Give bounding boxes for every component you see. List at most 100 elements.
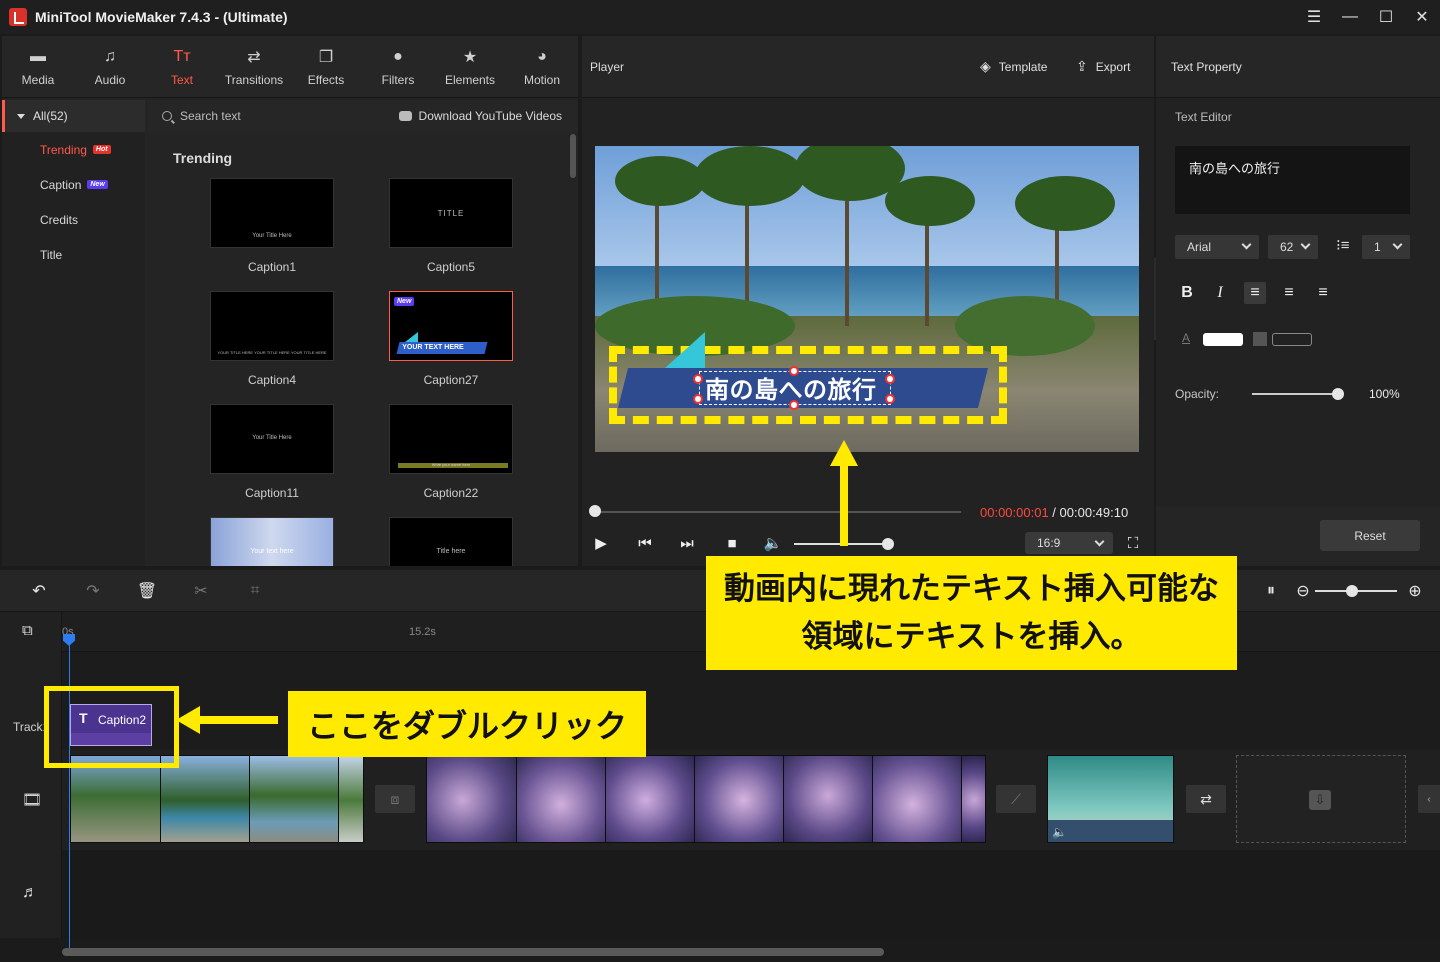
fullscreen-icon[interactable]: ⛶ (1124, 534, 1142, 552)
tool-label: Effects (307, 72, 345, 87)
clip-frame (517, 756, 606, 842)
tool-label: Motion (523, 72, 561, 87)
tool-motion[interactable]: ◕ Motion (506, 36, 578, 98)
previous-frame-icon[interactable]: ⏮ (636, 534, 654, 552)
text-color-swatch[interactable] (1203, 333, 1243, 346)
tool-elements[interactable]: ★ Elements (434, 36, 506, 98)
text-editor-input[interactable]: 南の島への旅行 (1175, 146, 1410, 214)
template-thumb-caption27[interactable]: New YOUR TEXT HERE (389, 291, 513, 361)
template-thumb-caption1[interactable]: Your Title Here (210, 178, 334, 248)
video-clip-underwater[interactable]: 🔈 (1047, 755, 1174, 843)
opacity-knob[interactable] (1332, 388, 1344, 400)
tool-effects[interactable]: ❐ Effects (290, 36, 362, 98)
search-input[interactable]: Search text (180, 109, 241, 123)
category-trending[interactable]: Trending Hot (2, 132, 145, 167)
template-grid: Trending Your Title Here Caption1 TITLE … (148, 134, 578, 566)
transition-slot[interactable]: ⧈ (375, 785, 415, 813)
opacity-slider[interactable] (1252, 388, 1344, 400)
line-spacing-select[interactable]: 1 (1362, 235, 1410, 259)
resize-handle[interactable] (693, 394, 703, 404)
font-size-select[interactable]: 62 (1268, 235, 1318, 259)
crop-icon[interactable]: ⌗ (245, 581, 265, 601)
template-thumb-partial-2[interactable]: Title here (389, 517, 513, 566)
category-title[interactable]: Title (2, 237, 145, 272)
next-frame-icon[interactable]: ⏭ (678, 534, 696, 552)
resize-handle[interactable] (789, 400, 799, 410)
highlight-color-swatch[interactable] (1272, 333, 1312, 346)
reset-button[interactable]: Reset (1320, 520, 1420, 551)
resize-handle[interactable] (693, 374, 703, 384)
new-badge: New (87, 180, 108, 189)
tool-transitions[interactable]: ⇄ Transitions (218, 36, 290, 98)
zoom-slider[interactable] (1315, 585, 1397, 597)
total-time: 00:00:49:10 (1059, 505, 1129, 520)
template-thumb-caption5[interactable]: TITLE (389, 178, 513, 248)
template-thumb-caption4[interactable]: YOUR TITLE HERE YOUR TITLE HERE YOUR TIT… (210, 291, 334, 361)
template-thumb-caption11[interactable]: Your Title Here (210, 404, 334, 474)
template-thumb-partial-1[interactable]: Your text here (210, 517, 334, 566)
add-track-icon[interactable]: ⧉ (22, 622, 33, 639)
window-title: MiniTool MovieMaker 7.4.3 - (Ultimate) (35, 9, 288, 25)
resize-handle[interactable] (789, 366, 799, 376)
bold-button[interactable]: B (1176, 282, 1198, 304)
playback-progress[interactable] (589, 505, 961, 517)
menu-icon[interactable]: ☰ (1296, 0, 1332, 34)
video-clip-beach[interactable] (70, 755, 364, 843)
resize-handle[interactable] (885, 394, 895, 404)
transition-slot-partial[interactable]: ‹ (1418, 785, 1440, 813)
audio-track[interactable] (62, 850, 1440, 938)
export-button[interactable]: ⇪ Export (1076, 58, 1130, 75)
video-clip-coral[interactable] (426, 755, 986, 843)
align-right-button[interactable]: ≡ (1312, 282, 1334, 304)
category-credits[interactable]: Credits (2, 202, 145, 237)
film-icon: 🎞 (22, 792, 43, 809)
template-label: Template (998, 59, 1048, 74)
category-caption[interactable]: Caption New (2, 167, 145, 202)
template-thumb-caption22[interactable]: Write your name here (389, 404, 513, 474)
text-property-title: Text Property (1171, 60, 1242, 74)
thumb-label: Caption4 (247, 373, 297, 387)
aspect-ratio-select[interactable]: 16:9 (1025, 532, 1113, 554)
video-preview[interactable]: 南の島への旅行 (595, 146, 1139, 452)
transition-slot[interactable]: ⇄ (1186, 785, 1226, 813)
stop-icon[interactable]: ■ (723, 534, 741, 552)
align-center-button[interactable]: ≡ (1278, 282, 1300, 304)
zoom-knob[interactable] (1345, 585, 1358, 597)
timeline-scrollbar[interactable] (62, 948, 884, 956)
close-icon[interactable]: ✕ (1404, 0, 1440, 34)
zoom-in-icon[interactable]: ⊕ (1405, 581, 1425, 601)
italic-button[interactable]: I (1209, 282, 1231, 304)
volume-icon[interactable]: 🔈 (764, 534, 783, 552)
search-bar[interactable]: Search text Download YouTube Videos (148, 100, 578, 132)
clip-frame (161, 756, 250, 842)
transition-slot[interactable]: ⟋ (996, 785, 1036, 813)
playhead-line[interactable] (69, 634, 70, 954)
font-select[interactable]: Arial (1175, 235, 1259, 259)
empty-drop-slot[interactable]: ⇩ (1236, 755, 1406, 843)
fit-timeline-icon[interactable]: ⏸ (1261, 581, 1281, 601)
clip-frame (962, 756, 985, 842)
download-youtube-button[interactable]: Download YouTube Videos (398, 109, 562, 123)
minimize-icon[interactable]: — (1332, 0, 1368, 34)
template-button[interactable]: ◈ Template (980, 58, 1047, 75)
tool-label: Text (170, 72, 193, 87)
category-all[interactable]: All(52) (2, 100, 145, 132)
undo-icon[interactable]: ↶ (29, 581, 49, 601)
maximize-icon[interactable]: ☐ (1368, 0, 1404, 34)
align-left-button[interactable]: ≡ (1244, 282, 1266, 304)
delete-icon[interactable]: 🗑 (137, 581, 157, 601)
zoom-out-icon[interactable]: ⊖ (1293, 581, 1313, 601)
redo-icon[interactable]: ↷ (83, 581, 103, 601)
volume-knob[interactable] (882, 538, 894, 550)
time-display: 00:00:00:01 / 00:00:49:10 (980, 505, 1128, 520)
tool-media[interactable]: ▬ Media (2, 36, 74, 98)
tool-text[interactable]: Tт Text (146, 36, 218, 98)
library-scrollbar[interactable] (570, 134, 576, 178)
tool-audio[interactable]: ♫ Audio (74, 36, 146, 98)
clip-frame (339, 756, 363, 842)
resize-handle[interactable] (885, 374, 895, 384)
tool-filters[interactable]: ● Filters (362, 36, 434, 98)
play-icon[interactable]: ▶ (592, 534, 610, 552)
progress-knob[interactable] (589, 505, 601, 517)
split-icon[interactable]: ✂ (191, 581, 211, 601)
